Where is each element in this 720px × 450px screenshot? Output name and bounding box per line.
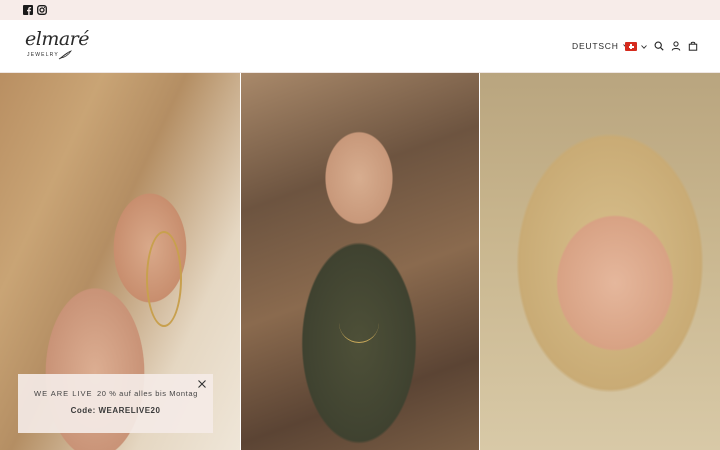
facebook-icon[interactable] [23, 5, 33, 15]
promo-offer: 20 % auf alles bis Montag [97, 389, 198, 398]
hoop-earring-detail [146, 231, 182, 327]
search-icon[interactable] [654, 41, 664, 51]
logo-wordmark: elmaré [25, 28, 90, 50]
hero-photo-cardigan[interactable] [241, 73, 479, 450]
promo-headline: WE ARE LIVE [34, 389, 93, 398]
promo-code: Code: WEARELIVE20 [70, 406, 161, 415]
chevron-down-icon[interactable] [641, 45, 647, 49]
country-flag-icon[interactable] [625, 42, 637, 51]
cart-icon[interactable] [688, 41, 698, 51]
site-header: elmaré JEWELRY DEUTSCH [0, 20, 720, 73]
instagram-icon[interactable] [37, 5, 47, 15]
language-selector[interactable]: DEUTSCH [572, 41, 629, 51]
hero-photo-rings[interactable] [480, 73, 720, 450]
necklace-detail [339, 283, 379, 343]
brand-logo[interactable]: elmaré JEWELRY [25, 28, 90, 64]
feather-icon [58, 50, 72, 60]
promo-popup [18, 374, 213, 433]
language-label: DEUTSCH [572, 41, 619, 51]
announcement-bar [0, 0, 720, 20]
logo-subline: JEWELRY [27, 52, 59, 58]
close-icon[interactable] [197, 379, 207, 389]
account-icon[interactable] [671, 41, 681, 51]
